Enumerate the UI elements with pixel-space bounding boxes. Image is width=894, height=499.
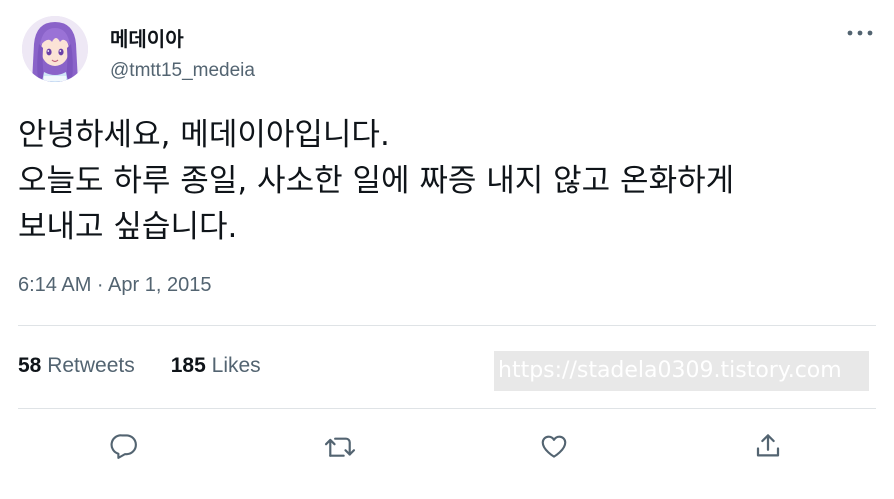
tweet-card: 메데이아 @tmtt15_medeia 안녕하세요, 메데이아입니다. 오늘도 … <box>0 0 894 499</box>
divider <box>18 325 876 326</box>
share-icon <box>756 434 780 457</box>
reply-button[interactable] <box>106 428 142 464</box>
likes-count: 185 <box>170 354 206 377</box>
author-handle[interactable]: @tmtt15_medeia <box>110 60 255 82</box>
retweets-label: Retweets <box>47 354 135 377</box>
retweets-stat[interactable]: 58 Retweets <box>18 354 135 378</box>
likes-stat[interactable]: 185 Likes <box>171 354 261 378</box>
heart-icon <box>541 435 567 458</box>
retweet-button[interactable] <box>322 428 358 464</box>
tweet-text-line: 보내고 싶습니다. <box>18 209 238 245</box>
like-button[interactable] <box>536 428 572 464</box>
tweet-text-line: 오늘도 하루 종일, 사소한 일에 짜증 내지 않고 온화하게 <box>18 163 735 199</box>
avatar[interactable] <box>22 16 88 82</box>
tweet-text: 안녕하세요, 메데이아입니다. 오늘도 하루 종일, 사소한 일에 짜증 내지 … <box>18 112 878 250</box>
reply-icon <box>110 434 137 459</box>
divider <box>18 408 876 409</box>
watermark: https://stadela0309.tistory.com <box>494 351 869 391</box>
tweet-timestamp[interactable]: 6:14 AM · Apr 1, 2015 <box>18 274 211 297</box>
more-options-button[interactable] <box>846 22 874 44</box>
share-button[interactable] <box>750 428 786 464</box>
tweet-stats: 58 Retweets 185 Likes <box>18 354 261 378</box>
author-name[interactable]: 메데이아 <box>110 23 184 52</box>
more-icon <box>847 30 873 36</box>
anime-girl-avatar-icon <box>22 16 88 82</box>
likes-label: Likes <box>211 354 261 377</box>
action-bar <box>0 428 894 464</box>
tweet-text-line: 안녕하세요, 메데이아입니다. <box>18 117 390 153</box>
retweet-icon <box>324 437 356 457</box>
retweets-count: 58 <box>18 354 42 377</box>
